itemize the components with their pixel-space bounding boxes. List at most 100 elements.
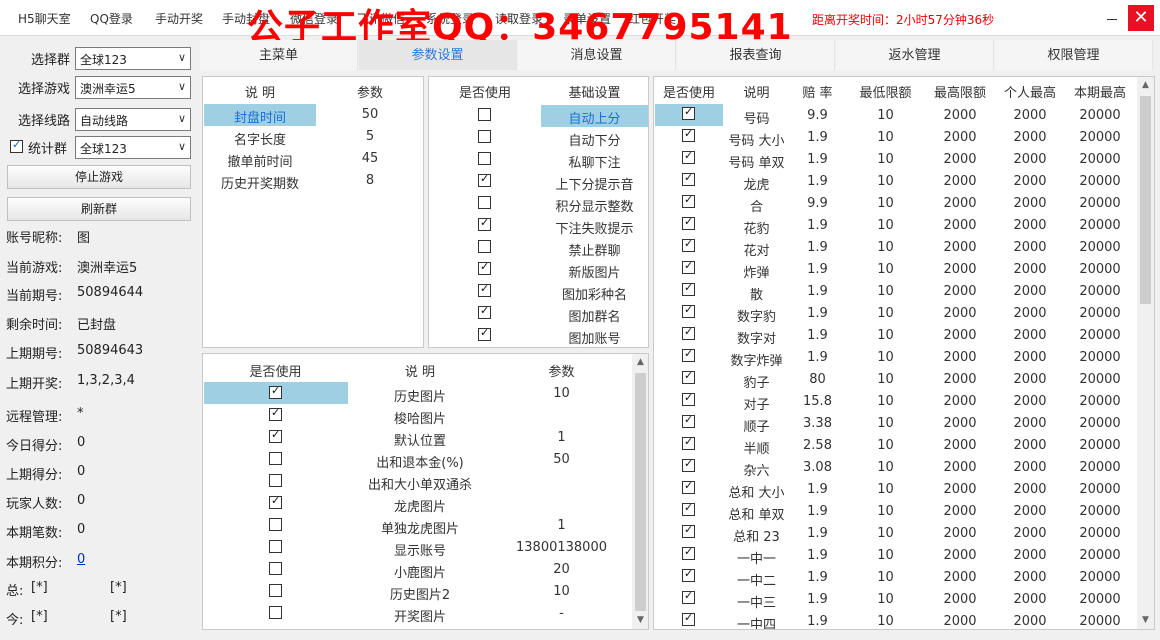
odds-rate[interactable]: 1.9 bbox=[789, 262, 846, 277]
param-name[interactable]: 封盘时间 bbox=[203, 107, 317, 126]
use-checkbox[interactable] bbox=[269, 384, 282, 399]
image-setting-value[interactable]: 50 bbox=[492, 452, 631, 467]
odds-personal[interactable]: 2000 bbox=[995, 284, 1065, 299]
use-checkbox[interactable] bbox=[478, 260, 491, 275]
odds-period[interactable]: 20000 bbox=[1065, 504, 1135, 519]
odds-period[interactable]: 20000 bbox=[1065, 284, 1135, 299]
odds-period[interactable]: 20000 bbox=[1065, 416, 1135, 431]
odds-max[interactable]: 2000 bbox=[925, 262, 995, 277]
odds-rate[interactable]: 1.9 bbox=[789, 284, 846, 299]
odds-rate[interactable]: 1.9 bbox=[789, 218, 846, 233]
odds-min[interactable]: 10 bbox=[846, 152, 925, 167]
odds-period[interactable]: 20000 bbox=[1065, 482, 1135, 497]
odds-min[interactable]: 10 bbox=[846, 438, 925, 453]
odds-min[interactable]: 10 bbox=[846, 504, 925, 519]
odds-min[interactable]: 10 bbox=[846, 372, 925, 387]
use-checkbox[interactable] bbox=[269, 452, 282, 465]
odds-personal[interactable]: 2000 bbox=[995, 614, 1065, 629]
use-checkbox[interactable] bbox=[682, 347, 695, 362]
stop-game-button[interactable]: 停止游戏 bbox=[7, 165, 191, 189]
tab-item[interactable]: 消息设置 bbox=[518, 40, 676, 70]
odds-min[interactable]: 10 bbox=[846, 416, 925, 431]
odds-personal[interactable]: 2000 bbox=[995, 592, 1065, 607]
odds-max[interactable]: 2000 bbox=[925, 152, 995, 167]
use-checkbox[interactable] bbox=[682, 545, 695, 560]
use-checkbox[interactable] bbox=[478, 216, 491, 231]
stat-group-select[interactable]: 全球123 ∨ bbox=[75, 136, 191, 159]
odds-rate[interactable]: 1.9 bbox=[789, 240, 846, 255]
odds-min[interactable]: 10 bbox=[846, 570, 925, 585]
odds-max[interactable]: 2000 bbox=[925, 240, 995, 255]
menu-item[interactable]: H5聊天室 bbox=[18, 10, 71, 27]
odds-max[interactable]: 2000 bbox=[925, 394, 995, 409]
odds-personal[interactable]: 2000 bbox=[995, 438, 1065, 453]
odds-min[interactable]: 10 bbox=[846, 460, 925, 475]
use-checkbox[interactable] bbox=[478, 152, 491, 165]
odds-rate[interactable]: 9.9 bbox=[789, 196, 846, 211]
scroll-up-icon[interactable]: ▲ bbox=[632, 354, 648, 371]
odds-personal[interactable]: 2000 bbox=[995, 548, 1065, 563]
odds-max[interactable]: 2000 bbox=[925, 196, 995, 211]
odds-max[interactable]: 2000 bbox=[925, 108, 995, 123]
odds-personal[interactable]: 2000 bbox=[995, 262, 1065, 277]
use-checkbox[interactable] bbox=[682, 303, 695, 318]
param-name[interactable]: 历史开奖期数 bbox=[203, 173, 317, 192]
use-checkbox[interactable] bbox=[682, 105, 695, 120]
line-select[interactable]: 自动线路 ∨ bbox=[75, 108, 191, 131]
odds-period[interactable]: 20000 bbox=[1065, 394, 1135, 409]
odds-period[interactable]: 20000 bbox=[1065, 372, 1135, 387]
param-value[interactable]: 8 bbox=[317, 173, 423, 188]
use-checkbox[interactable] bbox=[682, 589, 695, 604]
use-checkbox[interactable] bbox=[682, 479, 695, 494]
game-select[interactable]: 澳洲幸运5 ∨ bbox=[75, 76, 191, 99]
odds-min[interactable]: 10 bbox=[846, 130, 925, 145]
use-checkbox[interactable] bbox=[682, 127, 695, 142]
odds-min[interactable]: 10 bbox=[846, 262, 925, 277]
image-setting-value[interactable]: 10 bbox=[492, 584, 631, 599]
period-score-link[interactable]: 0 bbox=[77, 552, 85, 567]
odds-period[interactable]: 20000 bbox=[1065, 570, 1135, 585]
param-name[interactable]: 名字长度 bbox=[203, 129, 317, 148]
odds-period[interactable]: 20000 bbox=[1065, 108, 1135, 123]
use-checkbox[interactable] bbox=[682, 259, 695, 274]
odds-min[interactable]: 10 bbox=[846, 350, 925, 365]
image-setting-value[interactable]: 1 bbox=[492, 430, 631, 445]
odds-rate[interactable]: 1.9 bbox=[789, 526, 846, 541]
odds-period[interactable]: 20000 bbox=[1065, 262, 1135, 277]
param-value[interactable]: 50 bbox=[317, 107, 423, 122]
tab-item[interactable]: 权限管理 bbox=[995, 40, 1153, 70]
odds-period[interactable]: 20000 bbox=[1065, 328, 1135, 343]
odds-personal[interactable]: 2000 bbox=[995, 152, 1065, 167]
use-checkbox[interactable] bbox=[682, 149, 695, 164]
use-checkbox[interactable] bbox=[269, 494, 282, 509]
use-checkbox[interactable] bbox=[682, 391, 695, 406]
scroll-thumb[interactable] bbox=[635, 373, 646, 611]
odds-period[interactable]: 20000 bbox=[1065, 240, 1135, 255]
image-setting-value[interactable]: 1 bbox=[492, 518, 631, 533]
odds-period[interactable]: 20000 bbox=[1065, 174, 1135, 189]
use-checkbox[interactable] bbox=[682, 567, 695, 582]
odds-max[interactable]: 2000 bbox=[925, 174, 995, 189]
odds-max[interactable]: 2000 bbox=[925, 218, 995, 233]
odds-max[interactable]: 2000 bbox=[925, 306, 995, 321]
odds-rate[interactable]: 1.9 bbox=[789, 350, 846, 365]
odds-rate[interactable]: 1.9 bbox=[789, 614, 846, 629]
images-scrollbar[interactable]: ▲ ▼ bbox=[632, 354, 648, 629]
use-checkbox[interactable] bbox=[269, 540, 282, 553]
use-checkbox[interactable] bbox=[269, 562, 282, 575]
odds-personal[interactable]: 2000 bbox=[995, 482, 1065, 497]
odds-personal[interactable]: 2000 bbox=[995, 570, 1065, 585]
odds-period[interactable]: 20000 bbox=[1065, 196, 1135, 211]
odds-max[interactable]: 2000 bbox=[925, 548, 995, 563]
odds-rate[interactable]: 1.9 bbox=[789, 548, 846, 563]
odds-rate[interactable]: 1.9 bbox=[789, 174, 846, 189]
use-checkbox[interactable] bbox=[682, 369, 695, 384]
odds-rate[interactable]: 1.9 bbox=[789, 504, 846, 519]
odds-personal[interactable]: 2000 bbox=[995, 328, 1065, 343]
odds-scrollbar[interactable]: ▲ ▼ bbox=[1137, 77, 1154, 629]
scroll-down-icon[interactable]: ▼ bbox=[1137, 612, 1154, 629]
odds-period[interactable]: 20000 bbox=[1065, 218, 1135, 233]
odds-min[interactable]: 10 bbox=[846, 328, 925, 343]
use-checkbox[interactable] bbox=[682, 457, 695, 472]
use-checkbox[interactable] bbox=[478, 196, 491, 209]
